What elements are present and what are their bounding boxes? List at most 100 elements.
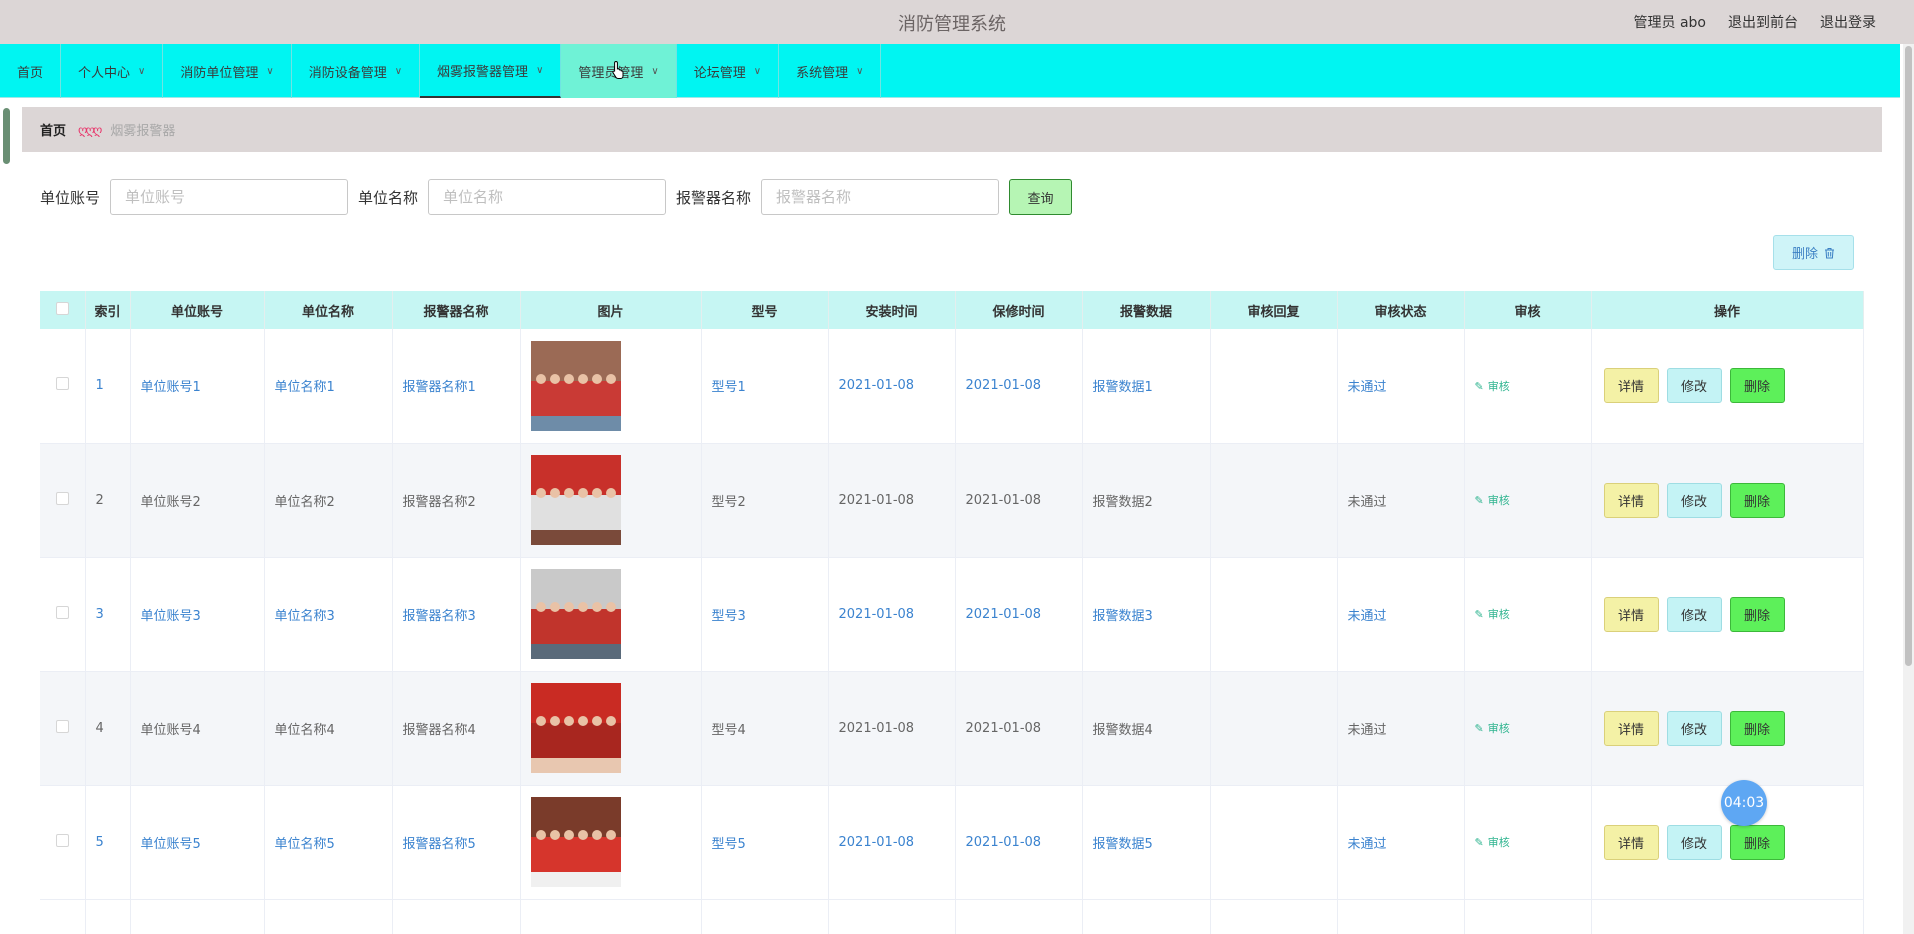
alarm-photo-thumbnail[interactable]: [530, 683, 621, 773]
detail-button[interactable]: 详情: [1603, 596, 1659, 632]
table-header-row: 索引 单位账号 单位名称 报警器名称 图片 型号 安装时间 保修时间 报警数据 …: [40, 291, 1864, 329]
row-checkbox[interactable]: [55, 833, 69, 847]
breadcrumb: 首页 ღღღ 烟雾报警器: [22, 107, 1882, 152]
unit-account-input[interactable]: [110, 179, 349, 215]
edit-button[interactable]: 修改: [1666, 824, 1722, 860]
row-checkbox[interactable]: [55, 491, 69, 505]
delete-button[interactable]: 删除: [1729, 482, 1785, 518]
alarm-photo-thumbnail[interactable]: [530, 340, 621, 431]
breadcrumb-current: 烟雾报警器: [110, 124, 176, 139]
cell-alarm-data: 报警数据3: [1082, 557, 1211, 672]
detail-button[interactable]: 详情: [1603, 368, 1659, 404]
select-all-checkbox[interactable]: [55, 301, 69, 315]
edit-button[interactable]: 修改: [1666, 368, 1722, 404]
cell-alarm-name: 报警器名称5: [392, 785, 521, 900]
cell-model: 型号2: [701, 443, 829, 558]
delete-button[interactable]: 删除: [1729, 710, 1785, 746]
alarm-photo-thumbnail[interactable]: [530, 455, 621, 545]
row-checkbox[interactable]: [55, 719, 69, 733]
logout-link[interactable]: 退出登录: [1820, 12, 1876, 32]
unit-name-input[interactable]: [428, 179, 667, 215]
nav-item-home[interactable]: 首页: [0, 44, 62, 98]
exit-to-front-link[interactable]: 退出到前台: [1728, 12, 1798, 32]
detail-button[interactable]: 详情: [1603, 710, 1659, 746]
delete-button[interactable]: 删除: [1729, 368, 1785, 404]
chevron-down-icon: ∨: [394, 65, 403, 77]
bulk-delete-label: 删除: [1791, 247, 1818, 262]
nav-item-personal-center[interactable]: 个人中心 ∨: [61, 44, 164, 98]
cell-alarm-name: 报警器名称2: [392, 443, 521, 558]
left-scroll-indicator[interactable]: [3, 108, 10, 164]
cell-warranty-time: 2021-01-08: [955, 443, 1083, 558]
page-scrollbar-thumb[interactable]: [1905, 46, 1912, 666]
review-link[interactable]: ✎ 审核: [1475, 608, 1510, 621]
delete-button[interactable]: 删除: [1729, 824, 1785, 860]
cell-unit-account: 单位账号5: [130, 785, 265, 900]
review-link[interactable]: ✎ 审核: [1475, 494, 1510, 507]
edit-button[interactable]: 修改: [1666, 710, 1722, 746]
row-checkbox[interactable]: [55, 605, 69, 619]
cell-empty: [701, 899, 829, 934]
nav-item-label: 消防单位管理: [180, 65, 259, 81]
cell-alarm-name: 报警器名称3: [392, 557, 521, 672]
nav-item-forum-management[interactable]: 论坛管理 ∨: [677, 44, 780, 98]
cell-alarm-data: 报警数据4: [1082, 671, 1211, 786]
cell-review-status: 未通过: [1337, 785, 1465, 900]
nav-item-smoke-alarm-management[interactable]: 烟雾报警器管理 ∨: [420, 44, 562, 98]
cell-actions: 详情 修改 删除: [1591, 557, 1864, 672]
alarm-photo-thumbnail[interactable]: [530, 569, 621, 659]
review-link-label: 审核: [1487, 494, 1510, 507]
col-header-warranty-time: 保修时间: [955, 291, 1083, 329]
col-header-review-reply: 审核回复: [1210, 291, 1338, 329]
chevron-down-icon: ∨: [753, 65, 762, 77]
detail-button[interactable]: 详情: [1603, 824, 1659, 860]
nav-item-fire-equipment-management[interactable]: 消防设备管理 ∨: [292, 44, 421, 98]
row-actions: 详情 修改 删除: [1602, 368, 1863, 404]
alarm-name-label: 报警器名称: [676, 188, 752, 207]
cell-empty: [828, 899, 956, 934]
cell-model: 型号5: [701, 785, 829, 900]
alarm-name-input[interactable]: [761, 179, 1000, 215]
cell-unit-account: 单位账号1: [130, 329, 265, 444]
cell-index: 2: [85, 443, 131, 558]
delete-button[interactable]: 删除: [1729, 596, 1785, 632]
breadcrumb-home[interactable]: 首页: [40, 120, 66, 139]
trash-icon: [1825, 247, 1834, 258]
main-nav: 首页 个人中心 ∨ 消防单位管理 ∨ 消防设备管理 ∨ 烟雾报警器管理 ∨ 管理员管理 ∨…: [0, 44, 1900, 98]
cell-warranty-time: 2021-01-08: [955, 329, 1083, 444]
row-select-cell: [40, 443, 86, 558]
edit-button[interactable]: 修改: [1666, 596, 1722, 632]
cell-review-status: 未通过: [1337, 443, 1465, 558]
cell-review: ✎ 审核: [1464, 671, 1592, 786]
edit-button[interactable]: 修改: [1666, 482, 1722, 518]
nav-item-label: 消防设备管理: [308, 65, 387, 81]
nav-item-system-management[interactable]: 系统管理 ∨: [779, 44, 882, 98]
cell-review: ✎ 审核: [1464, 329, 1592, 444]
edit-pen-icon: ✎: [1474, 836, 1484, 849]
col-header-alarm-name: 报警器名称: [392, 291, 521, 329]
cell-warranty-time: 2021-01-08: [955, 671, 1083, 786]
cell-empty: [1210, 899, 1338, 934]
query-button[interactable]: 查询: [1009, 179, 1073, 215]
bulk-delete-button[interactable]: 删除: [1773, 235, 1854, 270]
cell-empty: [1337, 899, 1465, 934]
timer-badge: 04:03: [1721, 780, 1767, 826]
select-all-cell: [40, 291, 86, 329]
row-select-cell: [40, 329, 86, 444]
review-link[interactable]: ✎ 审核: [1475, 722, 1510, 735]
review-link[interactable]: ✎ 审核: [1475, 836, 1510, 849]
detail-button[interactable]: 详情: [1603, 482, 1659, 518]
edit-pen-icon: ✎: [1474, 379, 1484, 393]
cell-review-status: 未通过: [1337, 557, 1465, 672]
nav-item-fire-unit-management[interactable]: 消防单位管理 ∨: [163, 44, 292, 98]
cell-model: 型号3: [701, 557, 829, 672]
cell-model: 型号1: [701, 329, 829, 444]
alarm-photo-thumbnail[interactable]: [530, 797, 621, 887]
review-link[interactable]: ✎ 审核: [1475, 380, 1510, 393]
cell-empty: [392, 899, 521, 934]
cell-alarm-name: 报警器名称4: [392, 671, 521, 786]
table-row-partial: [40, 899, 1864, 934]
row-checkbox[interactable]: [55, 377, 69, 391]
review-link-label: 审核: [1487, 608, 1510, 621]
cell-index: 1: [85, 329, 131, 444]
